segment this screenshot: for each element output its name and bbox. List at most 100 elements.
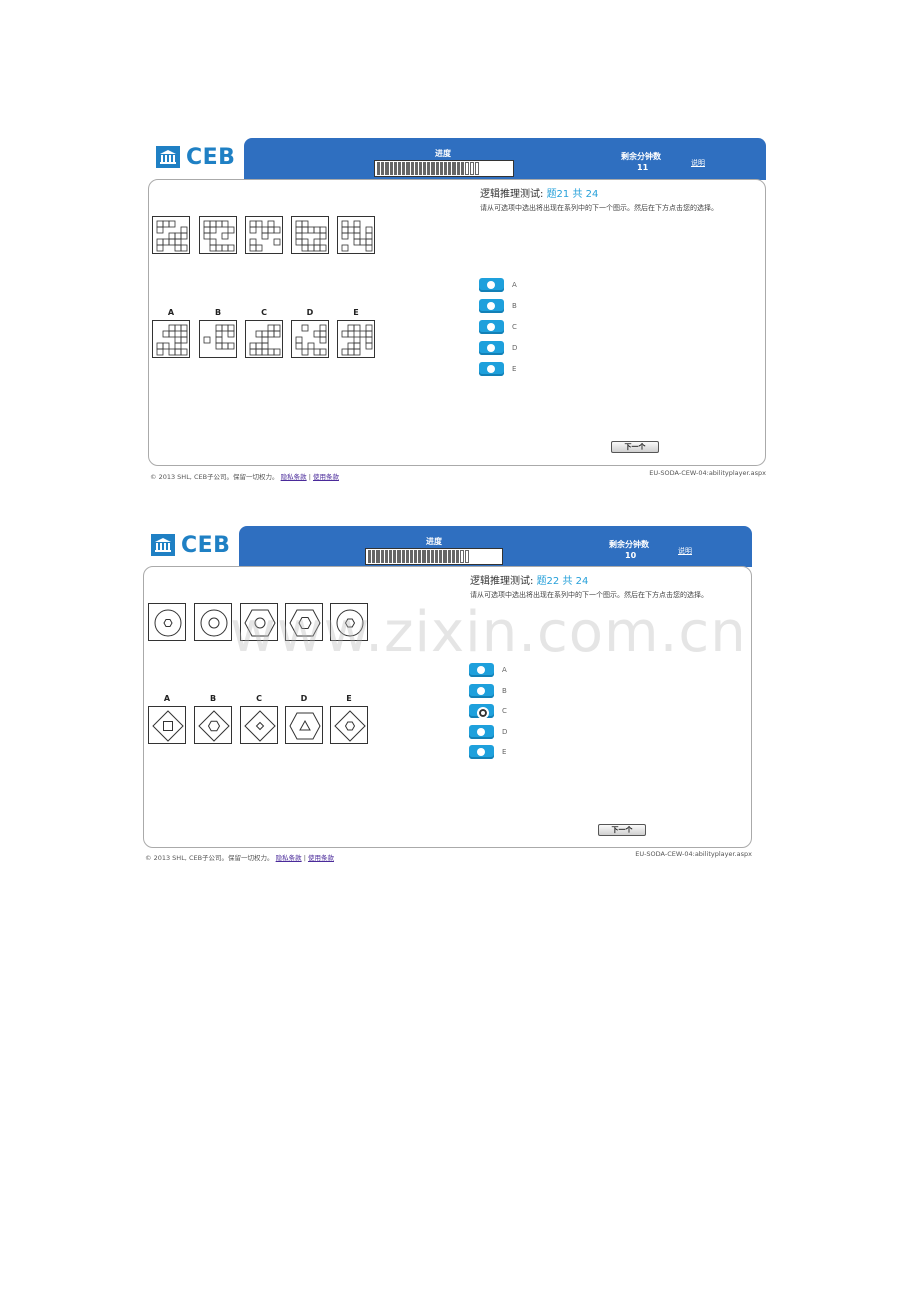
grid-cell — [221, 220, 229, 228]
sequence-figure — [291, 216, 329, 254]
grid-cell — [273, 238, 281, 246]
radio-button[interactable] — [469, 725, 494, 739]
grid-cell — [365, 342, 373, 350]
progress-segment — [451, 550, 455, 563]
privacy-link[interactable]: 隐私条款 — [276, 854, 302, 862]
radio-label: B — [512, 302, 517, 310]
grid-cell — [261, 232, 269, 240]
answer-option-d[interactable]: D — [479, 341, 517, 355]
progress-segment — [377, 162, 381, 175]
radio-button-selected[interactable] — [469, 704, 494, 719]
question-instruction: 请从可选项中选出将出现在系列中的下一个图示。然后在下方点击您的选择。 — [470, 591, 708, 599]
grid-cell — [221, 324, 229, 332]
progress-segment — [460, 550, 465, 563]
option-figure-e — [337, 320, 375, 358]
privacy-link[interactable]: 隐私条款 — [281, 473, 307, 481]
option-letter: A — [163, 694, 171, 703]
ceb-logo: CEB — [156, 145, 235, 170]
answer-option-b[interactable]: B — [469, 684, 507, 698]
next-button[interactable]: 下一个 — [611, 441, 659, 453]
sequence-figure — [194, 603, 232, 641]
option-letter: E — [346, 694, 352, 703]
grid-cell — [227, 324, 235, 332]
grid-cell — [209, 226, 217, 234]
grid-cell — [249, 220, 257, 228]
radio-button[interactable] — [479, 299, 504, 313]
footer-page-id: EU-SODA-CEW-04:abilityplayer.aspx — [649, 469, 766, 477]
grid-cell — [267, 220, 275, 228]
radio-button[interactable] — [479, 341, 504, 355]
grid-cell — [319, 336, 327, 344]
bank-icon — [156, 146, 180, 168]
terms-link[interactable]: 使用条款 — [308, 854, 334, 862]
grid-cell — [347, 330, 355, 338]
radio-button[interactable] — [479, 278, 504, 292]
grid-cell — [347, 226, 355, 234]
answer-option-e[interactable]: E — [469, 745, 506, 759]
question-instruction: 请从可选项中选出将出现在系列中的下一个图示。然后在下方点击您的选择。 — [480, 204, 718, 212]
sequence-figure — [199, 216, 237, 254]
radio-button[interactable] — [469, 663, 494, 677]
answer-option-c[interactable]: C — [469, 704, 507, 719]
radio-button[interactable] — [479, 362, 504, 376]
answer-option-c[interactable]: C — [479, 320, 517, 334]
grid-cell — [249, 348, 257, 356]
grid-cell — [174, 324, 182, 332]
grid-cell — [273, 330, 281, 338]
grid-cell — [267, 348, 275, 356]
grid-cell — [249, 226, 257, 234]
grid-cell — [341, 226, 349, 234]
radio-button[interactable] — [469, 745, 494, 759]
option-figure-c — [240, 706, 278, 744]
help-link[interactable]: 说明 — [678, 546, 692, 556]
grid-cell — [203, 336, 211, 344]
grid-cell — [215, 342, 223, 350]
radio-button[interactable] — [469, 684, 494, 698]
grid-cell — [215, 220, 223, 228]
grid-cell — [319, 324, 327, 332]
progress-segment — [389, 162, 393, 175]
grid-cell — [156, 348, 164, 356]
radio-button[interactable] — [479, 320, 504, 334]
option-letter: E — [353, 308, 359, 317]
progress-label: 进度 — [435, 149, 451, 158]
grid-cell — [347, 342, 355, 350]
ceb-logo: CEB — [151, 533, 230, 558]
grid-cell — [209, 220, 217, 228]
next-button[interactable]: 下一个 — [598, 824, 646, 836]
grid-cell — [221, 244, 229, 252]
grid-cell — [341, 232, 349, 240]
progress-segment — [460, 162, 464, 175]
grid-cell — [301, 226, 309, 234]
grid-cell — [221, 342, 229, 350]
grid-cell — [365, 238, 373, 246]
progress-bar — [374, 160, 514, 177]
progress-segment — [388, 550, 393, 563]
terms-link[interactable]: 使用条款 — [313, 473, 339, 481]
sequence-figure — [245, 216, 283, 254]
grid-cell — [180, 324, 188, 332]
help-link[interactable]: 说明 — [691, 158, 705, 168]
answer-option-e[interactable]: E — [479, 362, 516, 376]
footer-page-id: EU-SODA-CEW-04:abilityplayer.aspx — [635, 850, 752, 858]
question-panel: 逻辑推理测试: 题22 共 24 请从可选项中选出将出现在系列中的下一个图示。然… — [143, 566, 752, 848]
answer-option-a[interactable]: A — [479, 278, 517, 292]
answer-option-d[interactable]: D — [469, 725, 507, 739]
grid-cell — [353, 348, 361, 356]
grid-cell — [301, 238, 309, 246]
radio-label: A — [512, 281, 517, 289]
grid-cell — [295, 336, 303, 344]
option-figure-e — [330, 706, 368, 744]
grid-cell — [365, 226, 373, 234]
answer-option-a[interactable]: A — [469, 663, 507, 677]
bank-icon — [151, 534, 175, 556]
grid-cell — [203, 220, 211, 228]
grid-cell — [249, 244, 257, 252]
radio-label: C — [502, 707, 507, 715]
grid-cell — [295, 342, 303, 350]
grid-cell — [319, 330, 327, 338]
progress-segment — [418, 162, 423, 175]
answer-option-b[interactable]: B — [479, 299, 517, 313]
grid-cell — [209, 244, 217, 252]
sequence-figure — [285, 603, 323, 641]
